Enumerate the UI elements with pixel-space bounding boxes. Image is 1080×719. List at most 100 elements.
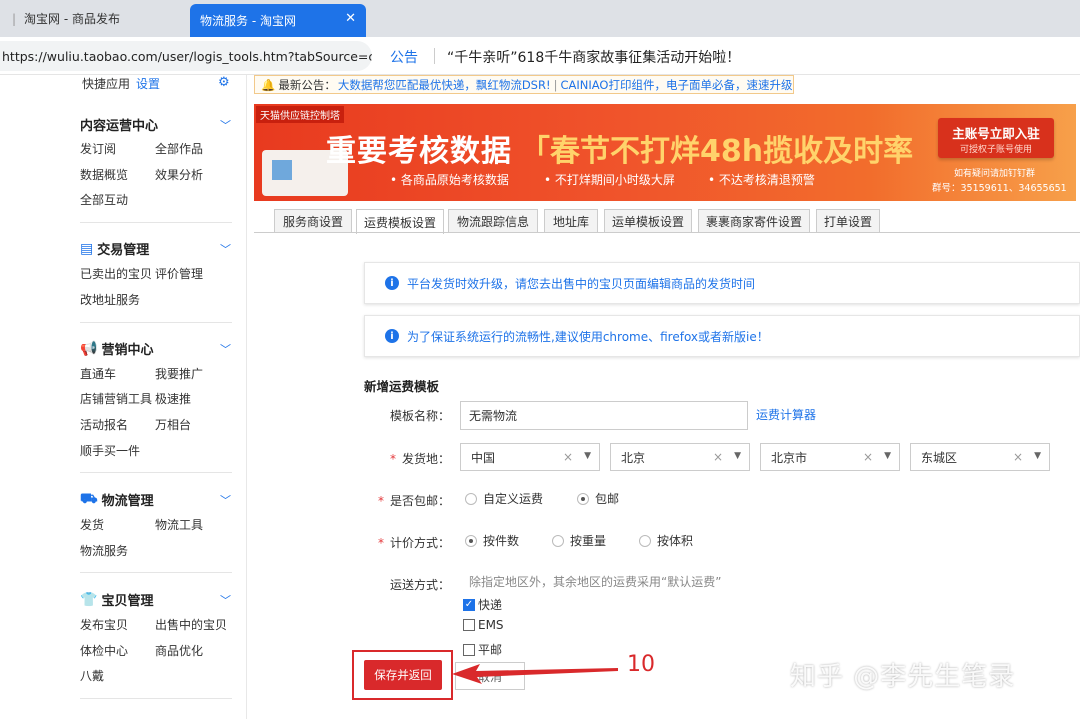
sidebar-item[interactable]: 全部互动 <box>80 191 128 208</box>
radio-by-volume[interactable]: 按体积 <box>639 532 693 549</box>
country-select[interactable]: 中国 × ▼ <box>460 443 600 471</box>
divider <box>434 48 435 64</box>
tab-guoguo-settings[interactable]: 裹裹商家寄件设置 <box>698 209 810 233</box>
sidebar-section-marketing[interactable]: 📢 营销中心 <box>80 339 153 359</box>
sidebar-item[interactable]: 出售中的宝贝 <box>155 616 227 633</box>
join-now-button[interactable]: 主账号立即入驻 可授权子账号使用 <box>938 118 1054 158</box>
chevron-down-icon[interactable]: ﹀ <box>220 492 231 508</box>
announcement-link[interactable]: 大数据帮您匹配最优快递，飘红物流DSR! <box>338 77 551 93</box>
clear-icon[interactable]: × <box>1013 450 1023 464</box>
sidebar-item[interactable]: 已卖出的宝贝 <box>80 265 152 282</box>
tab-address-book[interactable]: 地址库 <box>544 209 598 233</box>
caret-down-icon: ▼ <box>734 451 741 461</box>
sidebar-item[interactable]: 发布宝贝 <box>80 616 128 633</box>
info-message: i 平台发货时效升级，请您去出售中的宝贝页面编辑商品的发货时间 <box>364 262 1080 304</box>
radio-by-piece[interactable]: 按件数 <box>465 532 519 549</box>
sidebar-section-content[interactable]: 内容运营中心 <box>80 115 158 134</box>
template-name-label: 模板名称： <box>390 409 451 423</box>
checkbox-label: 平邮 <box>478 643 503 657</box>
checkbox-express[interactable]: ✓ 快递 <box>463 596 502 613</box>
radio-by-weight[interactable]: 按重量 <box>552 532 606 549</box>
notice-label: 公告 <box>390 50 418 66</box>
tab-print-settings[interactable]: 打单设置 <box>816 209 880 233</box>
checkbox-label: EMS <box>478 618 504 632</box>
chevron-down-icon[interactable]: ﹀ <box>220 341 231 357</box>
sidebar-item[interactable]: 体检中心 <box>80 642 128 659</box>
sidebar-item[interactable]: 万相台 <box>155 416 191 433</box>
notice-text[interactable]: “千牛亲听”618千牛商家故事征集活动开始啦！ <box>447 47 740 67</box>
sidebar-item[interactable]: 数据概览 <box>80 166 128 183</box>
group-number: 群号：35159611、34655651 <box>932 183 1067 194</box>
divider <box>80 572 232 573</box>
select-value: 东城区 <box>921 450 958 465</box>
province-select[interactable]: 北京 × ▼ <box>610 443 750 471</box>
close-icon[interactable]: ✕ <box>345 11 356 26</box>
gear-icon[interactable]: ⚙ <box>218 75 230 90</box>
sidebar-item[interactable]: 商品优化 <box>155 642 203 659</box>
tab-separator: | <box>12 11 17 26</box>
quick-apps-settings-link[interactable]: 设置 <box>136 77 160 91</box>
checkbox-label: 快递 <box>478 598 503 612</box>
sidebar-item[interactable]: 店铺营销工具 <box>80 390 152 407</box>
radio-label: 按重量 <box>570 534 607 548</box>
divider <box>254 232 1080 233</box>
sidebar-item[interactable]: 直通车 <box>80 365 116 382</box>
clear-icon[interactable]: × <box>563 450 573 464</box>
divider <box>80 698 232 699</box>
clear-icon[interactable]: × <box>863 450 873 464</box>
chevron-down-icon[interactable]: ﹀ <box>220 117 231 133</box>
checkbox-ems[interactable]: EMS <box>463 618 504 632</box>
url-input[interactable]: https://wuliu.taobao.com/user/logis_tool… <box>0 41 372 71</box>
divider <box>80 472 232 473</box>
chevron-down-icon[interactable]: ﹀ <box>220 592 231 608</box>
clear-icon[interactable]: × <box>713 450 723 464</box>
tab-freight-template[interactable]: 运费模板设置 <box>356 209 444 234</box>
sidebar-item[interactable]: 评价管理 <box>155 265 203 282</box>
banner-point: • 不打烊期间小时级大屏 <box>544 173 675 187</box>
divider <box>246 75 247 719</box>
sidebar-item[interactable]: 物流工具 <box>155 516 203 533</box>
save-and-return-button[interactable]: 保存并返回 <box>364 660 442 690</box>
sidebar-section-trade[interactable]: ▤ 交易管理 <box>80 239 149 259</box>
district-select[interactable]: 东城区 × ▼ <box>910 443 1050 471</box>
sidebar-item[interactable]: 顺手买一件 <box>80 442 140 459</box>
city-select[interactable]: 北京市 × ▼ <box>760 443 900 471</box>
free-shipping-label-text: 是否包邮： <box>390 494 451 508</box>
browser-tab-logistics[interactable]: 物流服务 - 淘宝网 ✕ <box>190 4 366 37</box>
radio-free-shipping[interactable]: 包邮 <box>577 490 619 507</box>
tab-service-provider[interactable]: 服务商设置 <box>274 209 352 233</box>
sidebar-section-logistics[interactable]: ⛟ 物流管理 <box>80 490 154 510</box>
sidebar-item[interactable]: 全部作品 <box>155 140 203 157</box>
checkbox <box>463 643 475 656</box>
tab-waybill-template[interactable]: 运单模板设置 <box>604 209 692 233</box>
sidebar-item[interactable]: 我要推广 <box>155 365 203 382</box>
freight-calculator-link[interactable]: 运费计算器 <box>756 406 816 423</box>
caret-down-icon: ▼ <box>884 451 891 461</box>
sidebar-item[interactable]: 物流服务 <box>80 542 128 559</box>
cta-subtitle: 可授权子账号使用 <box>959 145 1032 155</box>
info-icon: i <box>385 329 399 343</box>
sidebar-item[interactable]: 发订阅 <box>80 140 116 157</box>
sidebar-section-products[interactable]: 👕 宝贝管理 <box>80 590 153 610</box>
checkbox <box>463 619 475 631</box>
radio-circle <box>465 492 477 505</box>
browser-tab-publish[interactable]: | 淘宝网 - 商品发布 <box>0 0 190 37</box>
sidebar-item[interactable]: 发货 <box>80 516 104 533</box>
checkbox-surface-mail[interactable]: 平邮 <box>463 641 502 658</box>
free-shipping-label: * 是否包邮： <box>378 494 451 508</box>
shipping-method-label: 运送方式： <box>390 578 451 592</box>
truck-illustration <box>272 160 292 180</box>
sidebar-item[interactable]: 改地址服务 <box>80 291 140 308</box>
chevron-down-icon[interactable]: ﹀ <box>220 241 231 257</box>
radio-custom-freight[interactable]: 自定义运费 <box>465 490 543 507</box>
caret-down-icon: ▼ <box>1034 451 1041 461</box>
announcement-link[interactable]: CAINIAO打印组件，电子面单必备，速速升级 <box>560 77 792 93</box>
template-name-input[interactable]: 无需物流 <box>460 401 748 430</box>
promo-banner[interactable]: 天猫供应链控制塔 重要考核数据 「春节不打烊48h揽收及时率 • 各商品原始考核… <box>254 104 1076 201</box>
sidebar-item[interactable]: 活动报名 <box>80 416 128 433</box>
sidebar-item[interactable]: 效果分析 <box>155 166 203 183</box>
tab-tracking-info[interactable]: 物流跟踪信息 <box>448 209 538 233</box>
select-value: 北京市 <box>771 450 808 465</box>
sidebar-item[interactable]: 八戴 <box>80 667 104 684</box>
sidebar-item[interactable]: 极速推 <box>155 390 191 407</box>
